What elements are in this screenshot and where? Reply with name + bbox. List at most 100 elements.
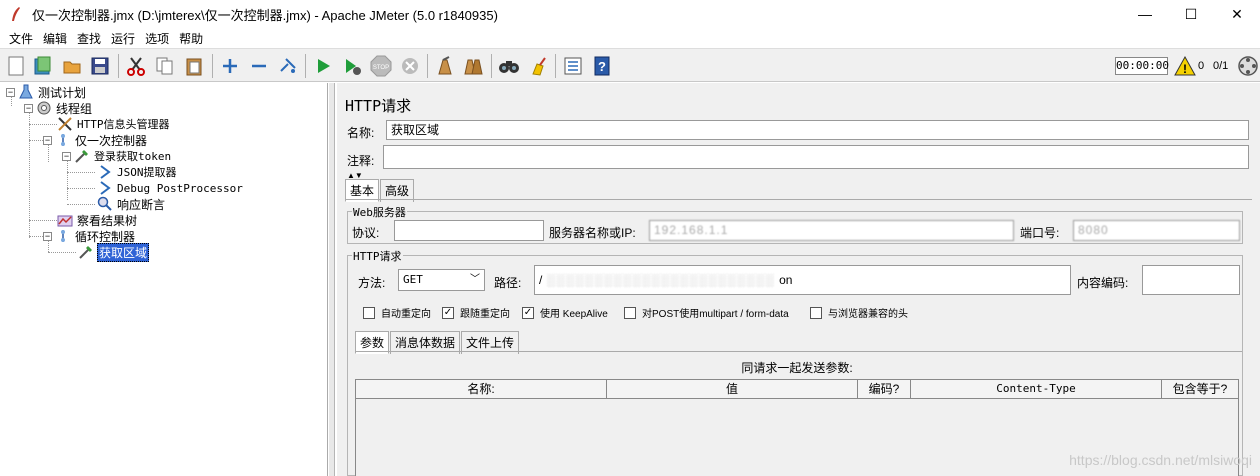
tree-item-json-extractor[interactable]: JSON提取器	[97, 164, 178, 180]
toolbar: STOP ? 00:00:00 ! 0 0/1	[0, 48, 1260, 82]
svg-text:?: ?	[598, 59, 606, 74]
checkbox-label: 跟随重定向	[460, 309, 510, 320]
menu-search[interactable]: 查找	[72, 30, 106, 47]
header-manager-icon	[57, 116, 73, 132]
clear-icon[interactable]	[433, 54, 457, 78]
minimize-button[interactable]: —	[1122, 0, 1168, 28]
multipart-checkbox[interactable]: 对POST使用multipart / form-data	[624, 305, 789, 320]
column-include-equals[interactable]: 包含等于?	[1161, 379, 1239, 399]
copy-icon[interactable]	[153, 54, 177, 78]
port-field[interactable]: 8080	[1073, 220, 1240, 241]
checkbox-box[interactable]	[363, 306, 375, 319]
tree-item-test-plan[interactable]: − 测试计划	[6, 84, 87, 100]
path-label: 路径:	[494, 276, 522, 290]
checkbox-box[interactable]: ✓	[522, 306, 534, 319]
start-no-pause-icon[interactable]	[340, 54, 364, 78]
toggle-icon[interactable]	[276, 54, 300, 78]
menu-edit[interactable]: 编辑	[38, 30, 72, 47]
checkbox-box[interactable]	[810, 306, 822, 319]
listener-icon	[57, 212, 73, 228]
panel-title: HTTP请求	[345, 97, 412, 115]
maximize-button[interactable]: ☐	[1168, 0, 1214, 28]
tree-item-label: 响应断言	[117, 197, 166, 212]
tree-item-label: 线程组	[56, 101, 93, 116]
cut-icon[interactable]	[124, 54, 148, 78]
reset-search-icon[interactable]	[526, 54, 550, 78]
watermark: https://blog.csdn.net/mlsiwoqi	[1069, 452, 1252, 468]
auto-redirect-checkbox[interactable]: 自动重定向	[363, 305, 431, 320]
path-field[interactable]: / ░░░░░░░░░░░░░░░░░░░░░░░░ on	[534, 265, 1071, 295]
function-helper-icon[interactable]	[561, 54, 585, 78]
collapse-toggle[interactable]: −	[62, 151, 71, 161]
assertion-icon	[97, 196, 113, 212]
open-icon[interactable]	[60, 54, 84, 78]
checkbox-label: 对POST使用multipart / form-data	[642, 309, 789, 320]
collapse-icon[interactable]	[247, 54, 271, 78]
help-icon[interactable]: ?	[590, 54, 614, 78]
collapse-toggle[interactable]: −	[24, 103, 33, 113]
tree-item-response-assertion[interactable]: 响应断言	[97, 196, 166, 212]
column-encode[interactable]: 编码?	[857, 379, 911, 399]
checkbox-label: 自动重定向	[381, 309, 431, 320]
tree-item-label: 测试计划	[38, 85, 87, 100]
checkbox-box[interactable]	[624, 306, 636, 319]
tree-item-view-results-tree[interactable]: 察看结果树	[57, 212, 138, 228]
paste-icon[interactable]	[182, 54, 206, 78]
comment-field[interactable]	[383, 145, 1249, 169]
menu-file[interactable]: 文件	[4, 30, 38, 47]
menu-options[interactable]: 选项	[140, 30, 174, 47]
protocol-field[interactable]	[394, 220, 544, 241]
follow-redirects-checkbox[interactable]: ✓ 跟随重定向	[442, 305, 510, 320]
name-field[interactable]: 获取区域	[386, 120, 1249, 140]
collapse-toggle[interactable]: −	[43, 135, 52, 145]
browser-headers-checkbox[interactable]: 与浏览器兼容的头	[810, 305, 908, 320]
collapse-toggle[interactable]: −	[6, 87, 15, 97]
tree-item-label: Debug PostProcessor	[117, 181, 243, 195]
window-title: 仅一次控制器.jmx (D:\jmterex\仅一次控制器.jmx) - Apa…	[32, 7, 498, 23]
tree-item-once-only-controller[interactable]: − 仅一次控制器	[43, 132, 148, 148]
path-redacted: ░░░░░░░░░░░░░░░░░░░░░░░░	[542, 273, 780, 287]
warning-icon[interactable]: !	[1173, 54, 1197, 78]
expand-icon[interactable]	[218, 54, 242, 78]
new-icon[interactable]	[4, 54, 28, 78]
column-name[interactable]: 名称:	[355, 379, 607, 399]
checkbox-box[interactable]: ✓	[442, 306, 454, 319]
column-value[interactable]: 值	[606, 379, 858, 399]
tree-item-login-token[interactable]: − 登录获取token	[62, 148, 172, 164]
group-title: HTTP请求	[352, 248, 403, 264]
jmeter-feather-icon	[8, 6, 24, 22]
close-button[interactable]: ✕	[1214, 0, 1260, 28]
clear-all-icon[interactable]	[462, 54, 486, 78]
save-icon[interactable]	[88, 54, 112, 78]
column-content-type[interactable]: Content-Type	[910, 379, 1162, 399]
menu-help[interactable]: 帮助	[174, 30, 208, 47]
comment-label: 注释:	[347, 154, 375, 168]
tree-item-label: 仅一次控制器	[75, 133, 148, 148]
menu-run[interactable]: 运行	[106, 30, 140, 47]
stop-icon[interactable]: STOP	[369, 54, 393, 78]
search-icon[interactable]	[497, 54, 521, 78]
encoding-field[interactable]	[1142, 265, 1240, 295]
collapse-toggle[interactable]: −	[43, 231, 52, 241]
server-field[interactable]: 192.168.1.1	[649, 220, 1014, 241]
elapsed-timer: 00:00:00	[1115, 57, 1169, 75]
method-select[interactable]: GET ﹀	[398, 269, 485, 291]
shutdown-icon[interactable]	[398, 54, 422, 78]
tree-item-get-region[interactable]: 获取区域	[78, 242, 150, 262]
templates-icon[interactable]	[31, 54, 55, 78]
keepalive-checkbox[interactable]: ✓ 使用 KeepAlive	[522, 305, 608, 320]
tree-item-debug-postprocessor[interactable]: Debug PostProcessor	[97, 180, 244, 196]
tree-item-label: 察看结果树	[77, 213, 138, 228]
sampler-icon	[78, 244, 94, 260]
panel-splitter[interactable]	[329, 83, 335, 476]
tree-item-header-manager[interactable]: HTTP信息头管理器	[57, 116, 171, 132]
test-plan-tree: − 测试计划 − 线程组 HTTP信息头管理器 − 仅一次控制器 − 登录获取t…	[0, 83, 328, 476]
port-label: 端口号:	[1020, 226, 1060, 240]
svg-text:!: !	[1183, 62, 1187, 76]
test-plan-icon	[18, 84, 34, 100]
remote-status-icon	[1236, 54, 1260, 78]
title-bar: 仅一次控制器.jmx (D:\jmterex\仅一次控制器.jmx) - Apa…	[0, 0, 1260, 28]
tree-item-thread-group[interactable]: − 线程组	[24, 100, 93, 116]
start-icon[interactable]	[311, 54, 335, 78]
sampler-icon	[74, 148, 90, 164]
